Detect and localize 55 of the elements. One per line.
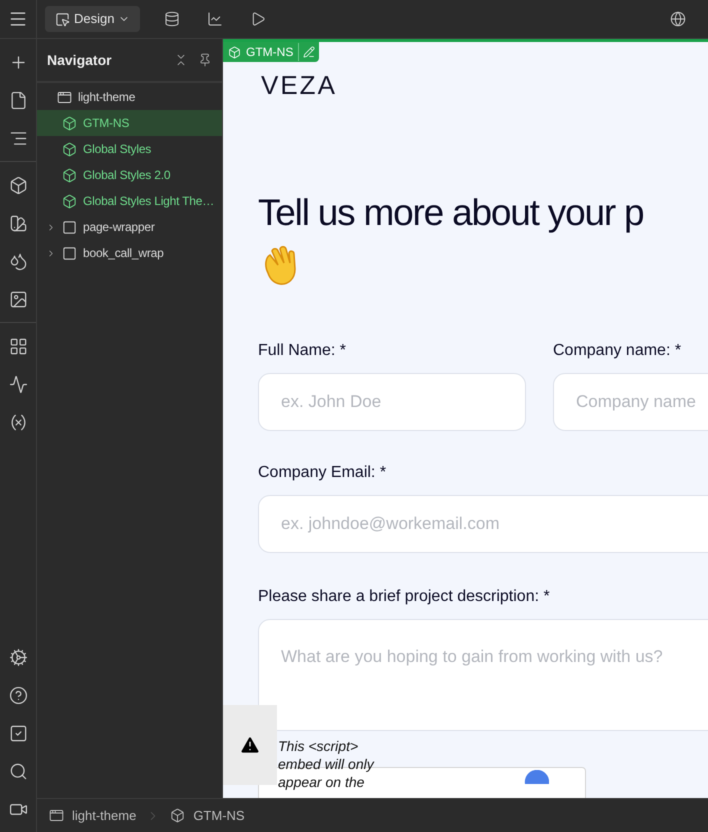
design-mode-button[interactable]: Design xyxy=(45,6,140,32)
field-label: Please share a brief project description: * xyxy=(258,586,551,606)
text-field[interactable]: ex. John Doe xyxy=(258,372,526,430)
settings-icon xyxy=(8,648,28,666)
image-icon xyxy=(8,290,28,308)
cube-icon xyxy=(62,116,77,130)
navigator-item[interactable]: Global Styles 2.0 xyxy=(37,162,222,188)
droplets-icon xyxy=(8,252,28,270)
navigator-item[interactable]: Global Styles Light The… xyxy=(37,188,222,214)
help-icon xyxy=(8,686,28,704)
cube-icon xyxy=(228,46,241,58)
square-icon xyxy=(62,220,77,234)
edit-icon xyxy=(303,46,316,58)
logo: VEZA xyxy=(260,69,338,102)
captcha-logo xyxy=(523,770,551,784)
field-label: Company Email: * xyxy=(258,462,388,482)
checkbox-icon xyxy=(8,724,28,742)
cursor-icon xyxy=(55,12,70,26)
navigator-item[interactable]: light-theme xyxy=(37,84,222,110)
database-icon xyxy=(164,11,180,27)
search-icon xyxy=(8,762,28,780)
page-heading: Tell us more about your p xyxy=(258,191,644,235)
pin-icon xyxy=(198,53,212,67)
navigator-item[interactable]: page-wrapper xyxy=(37,214,222,240)
cube-icon xyxy=(170,808,186,823)
swatch-icon xyxy=(8,214,28,232)
badge-label: GTM-NS xyxy=(246,44,294,61)
pin-button[interactable] xyxy=(198,53,212,67)
navigator-item[interactable]: GTM-NS xyxy=(37,110,222,136)
pulse-icon xyxy=(8,374,28,394)
warning-icon xyxy=(239,734,261,756)
text-field[interactable]: ex. johndoe@workemail.com xyxy=(258,494,708,552)
window-icon xyxy=(57,90,72,104)
description-field[interactable]: What are you hoping to gain from working with us? xyxy=(258,618,708,730)
cube-icon xyxy=(62,168,77,182)
variable-icon xyxy=(8,412,28,432)
panel-title: Navigator xyxy=(47,50,112,70)
globe-icon xyxy=(670,11,686,27)
field-label: Full Name: * xyxy=(258,340,348,360)
cube-icon xyxy=(8,176,28,194)
square-icon xyxy=(62,246,77,260)
play-icon xyxy=(250,11,266,27)
window-icon xyxy=(49,808,64,823)
script-notice: This <script> embed will only appear on the xyxy=(278,737,376,791)
navigator-item[interactable]: Global Styles xyxy=(37,136,222,162)
cube-icon xyxy=(62,194,77,208)
breadcrumb[interactable]: GTM-NS xyxy=(170,806,245,826)
grid-icon xyxy=(8,336,28,356)
cube-icon xyxy=(62,142,77,156)
page-icon xyxy=(8,90,28,110)
field-label: Company name: * xyxy=(553,340,682,360)
text-field[interactable]: Company name xyxy=(553,372,708,430)
breadcrumb[interactable]: light-theme xyxy=(49,806,136,826)
navigator-item[interactable]: book_call_wrap xyxy=(37,240,222,266)
chart-icon xyxy=(207,11,224,27)
